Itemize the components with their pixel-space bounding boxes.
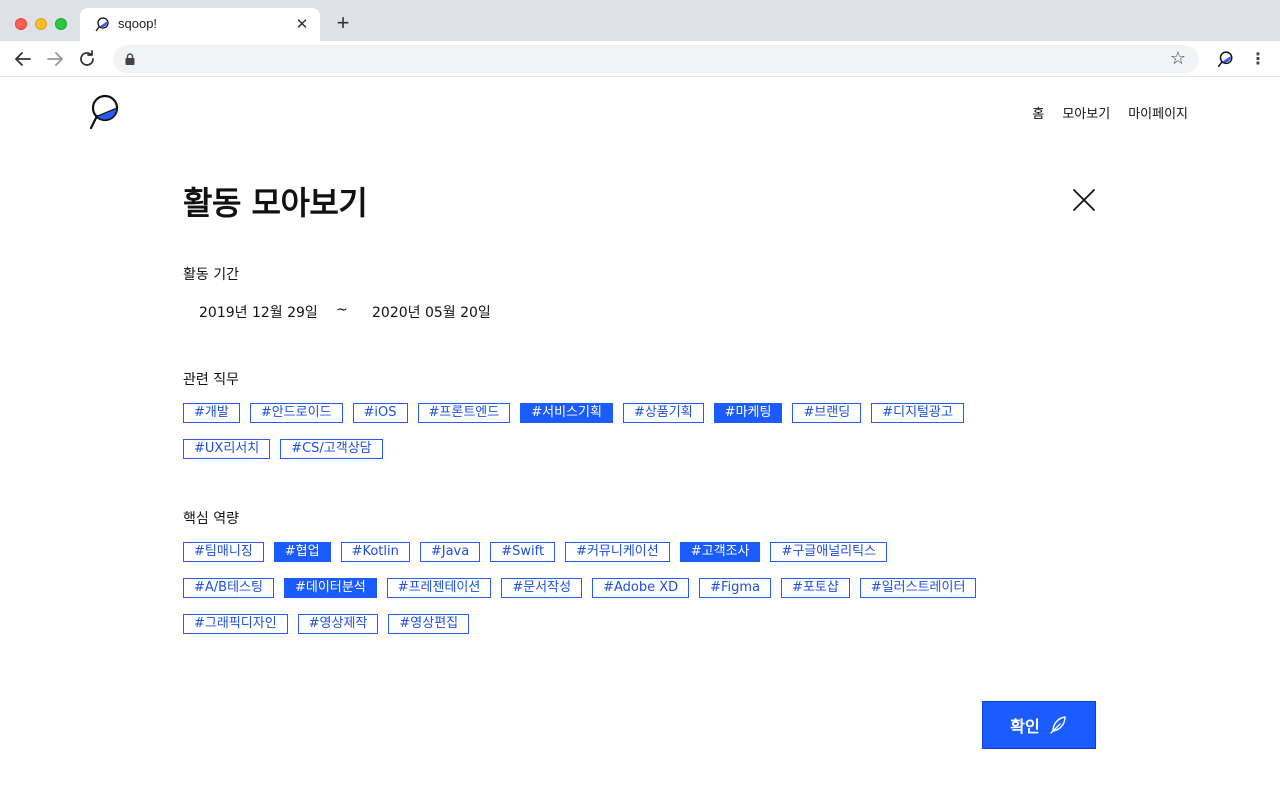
skills-chip[interactable]: #커뮤니케이션: [565, 542, 670, 562]
jobs-chip[interactable]: #개발: [183, 403, 240, 423]
feather-icon: [1050, 716, 1066, 734]
window-minimize-button[interactable]: [35, 18, 47, 30]
skills-chip[interactable]: #일러스트레이터: [859, 578, 977, 598]
skills-chip[interactable]: #A/B테스팅: [183, 578, 274, 598]
skills-chip[interactable]: #영상제작: [297, 614, 379, 634]
jobs-chip[interactable]: #마케팅: [713, 403, 783, 423]
skills-label: 핵심 역량: [183, 511, 239, 527]
skills-chip[interactable]: #포토샵: [781, 578, 850, 598]
window-zoom-button[interactable]: [55, 18, 67, 30]
jobs-chip[interactable]: #브랜딩: [792, 403, 862, 423]
tab-title: sqoop!: [118, 16, 158, 31]
lock-icon: [125, 53, 135, 65]
tab-close-icon[interactable]: ✕: [292, 14, 312, 34]
skills-chip[interactable]: #데이터분석: [283, 578, 377, 598]
address-bar[interactable]: ☆: [113, 45, 1199, 73]
jobs-chip[interactable]: #UX리서치: [183, 439, 271, 459]
nav-collection-link[interactable]: 모아보기: [1062, 103, 1110, 122]
bookmark-star-icon[interactable]: ☆: [1167, 48, 1189, 70]
nav-home-link[interactable]: 홈: [1032, 103, 1044, 122]
period-start-date[interactable]: 2019년 12월 29일: [199, 302, 318, 322]
skills-chip[interactable]: #Kotlin: [340, 542, 410, 562]
favicon-icon: [95, 17, 109, 32]
skills-chip[interactable]: #협업: [273, 542, 331, 562]
skills-chip[interactable]: #Swift: [490, 542, 556, 562]
skills-chip[interactable]: #Figma: [699, 578, 772, 598]
jobs-chip[interactable]: #상품기획: [622, 403, 704, 423]
browser-toolbar: ☆ ⋮: [0, 41, 1280, 77]
window-close-button[interactable]: [15, 18, 27, 30]
new-tab-button[interactable]: +: [332, 12, 354, 34]
period-separator: ~: [336, 302, 348, 318]
browser-menu-icon[interactable]: ⋮: [1248, 49, 1268, 69]
jobs-chip[interactable]: #프론트엔드: [417, 403, 511, 423]
jobs-chip[interactable]: #안드로이드: [249, 403, 343, 423]
jobs-chip[interactable]: #CS/고객상담: [280, 439, 383, 459]
browser-tab-bar: sqoop! ✕ +: [0, 0, 1280, 41]
confirm-button-label: 확인: [1010, 717, 1040, 736]
jobs-chip[interactable]: #디지털광고: [871, 403, 964, 423]
jobs-chip[interactable]: #iOS: [352, 403, 408, 423]
reload-icon[interactable]: [75, 47, 99, 71]
period-label: 활동 기간: [183, 267, 239, 283]
skills-chip[interactable]: #Adobe XD: [592, 578, 690, 598]
skills-chip[interactable]: #프레젠테이션: [386, 578, 492, 598]
close-icon[interactable]: [1070, 186, 1098, 214]
period-end-date[interactable]: 2020년 05월 20일: [372, 302, 491, 322]
back-arrow-icon[interactable]: [11, 47, 35, 71]
skills-chip[interactable]: #고객조사: [679, 542, 761, 562]
sqoop-logo-icon[interactable]: [88, 94, 124, 132]
jobs-chip-group: #개발 #안드로이드 #iOS #프론트엔드 #서비스기획 #상품기획 #마케팅 #브랜딩 #디…: [183, 403, 983, 459]
nav-mypage-link[interactable]: 마이페이지: [1128, 103, 1188, 122]
site-navigation: 홈 모아보기 마이페이지: [1032, 103, 1188, 122]
skills-chip[interactable]: #그래픽디자인: [183, 614, 288, 634]
page-title: 활동 모아보기: [183, 184, 368, 222]
confirm-button[interactable]: 확인: [982, 701, 1096, 749]
skills-chip[interactable]: #문서작성: [501, 578, 583, 598]
extension-sqoop-icon[interactable]: [1216, 51, 1234, 69]
jobs-chip[interactable]: #서비스기획: [520, 403, 613, 423]
browser-tab-active[interactable]: sqoop! ✕: [80, 8, 320, 41]
page-content: 홈 모아보기 마이페이지 활동 모아보기 활동 기간 2019년 12월 29일…: [0, 78, 1280, 800]
jobs-label: 관련 직무: [183, 372, 239, 388]
skills-chip[interactable]: #Java: [419, 542, 481, 562]
skills-chip[interactable]: #팀매니징: [183, 542, 264, 562]
forward-arrow-icon[interactable]: [43, 47, 67, 71]
skills-chip[interactable]: #구글애널리틱스: [770, 542, 888, 562]
skills-chip-group: #팀매니징 #협업 #Kotlin #Java #Swift #커뮤니케이션 #고객조사 #구…: [183, 542, 983, 634]
skills-chip[interactable]: #영상편집: [388, 614, 470, 634]
